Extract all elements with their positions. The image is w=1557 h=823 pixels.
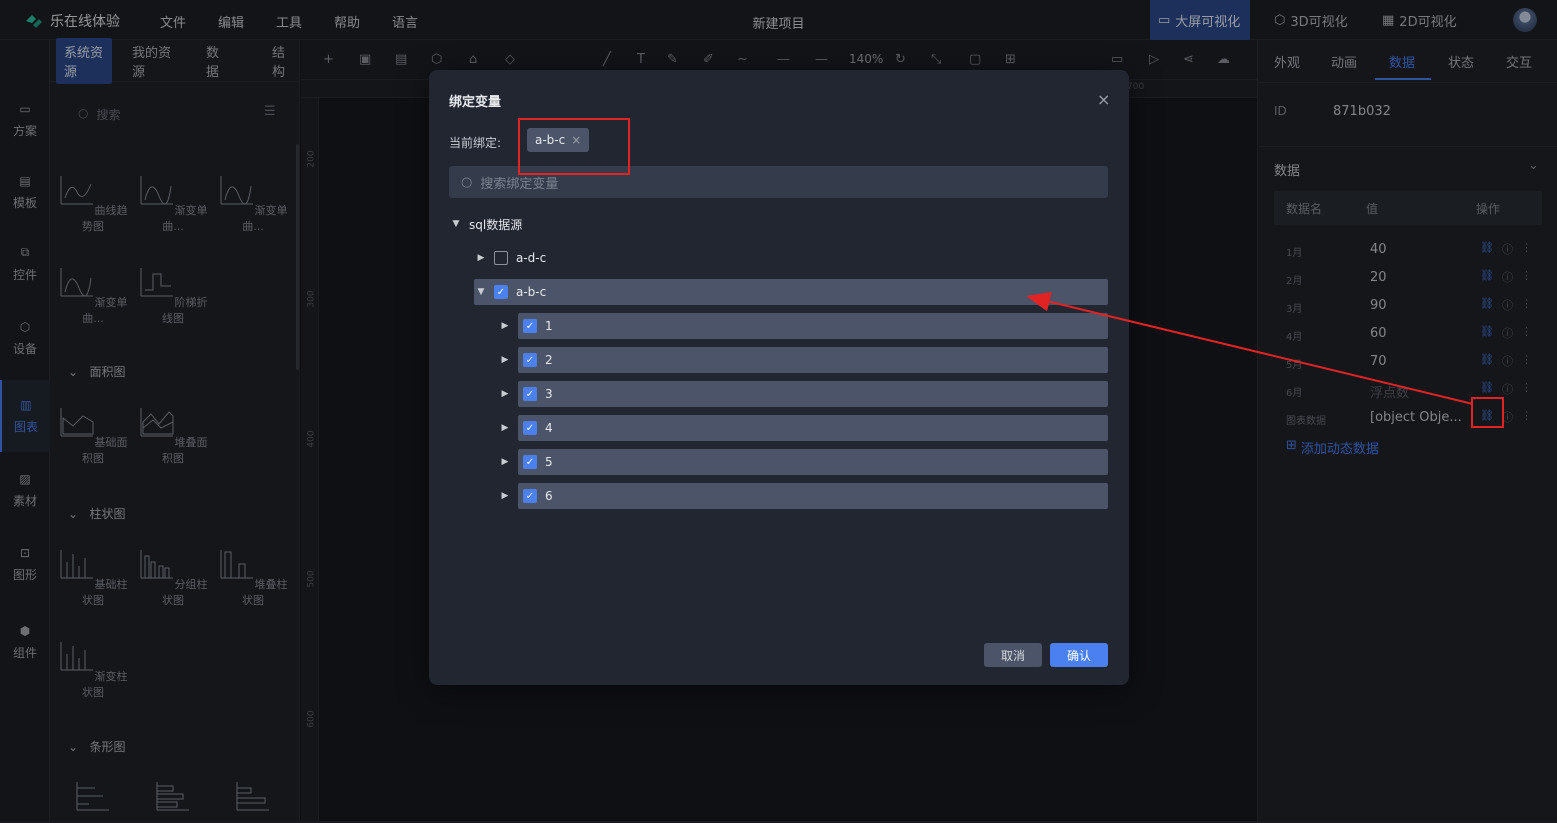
annotation-arrow <box>1026 291 1474 405</box>
